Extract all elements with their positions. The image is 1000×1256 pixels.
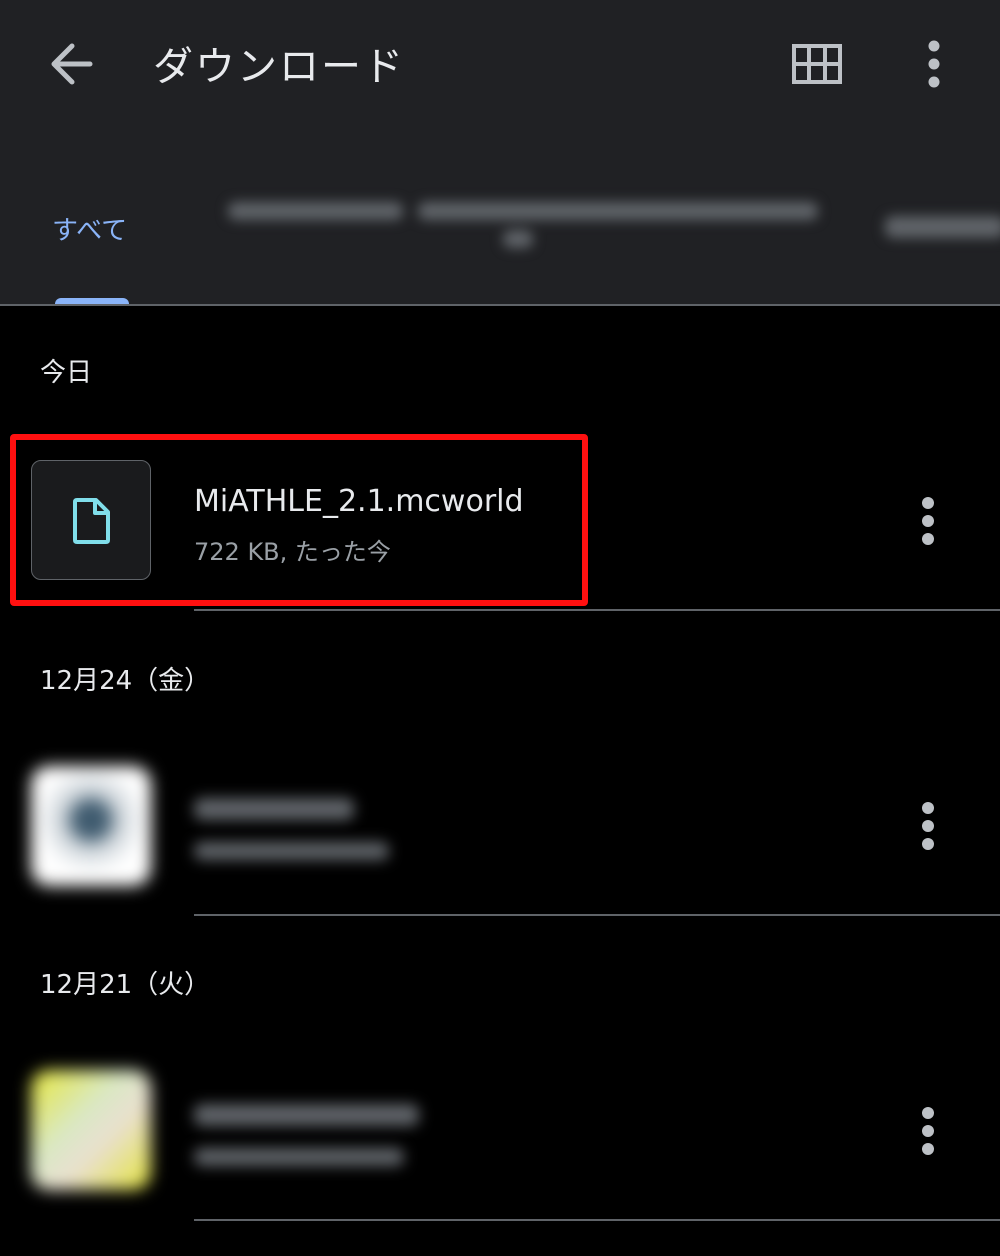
section-label-dec24: 12月24（金） [40, 666, 211, 696]
app-bar: ダウンロード すべて [0, 0, 1000, 306]
arrow-back-icon [51, 43, 93, 85]
section-label-today: 今日 [40, 358, 93, 388]
section-label-dec21: 12月21（火） [40, 970, 211, 1000]
row-divider [194, 914, 1000, 916]
more-options-button[interactable] [914, 38, 954, 90]
item-more-button[interactable] [908, 796, 948, 856]
row-divider [194, 1219, 1000, 1221]
item-thumbnail [31, 766, 151, 886]
blurred-meta [194, 1148, 404, 1166]
grid-view-button[interactable] [788, 36, 846, 94]
grid-view-icon [792, 44, 842, 84]
back-button[interactable] [40, 32, 104, 96]
blurred-meta [194, 842, 389, 860]
item-more-button[interactable] [908, 491, 948, 551]
tab-all[interactable]: すべて [52, 210, 127, 247]
row-divider [194, 609, 1000, 611]
page-title: ダウンロード [153, 44, 405, 90]
item-thumbnail [31, 1070, 151, 1190]
item-more-button[interactable] [908, 1101, 948, 1161]
filter-tabs: すべて [0, 170, 1000, 306]
more-vert-icon [928, 40, 940, 88]
tab-blurred-2[interactable] [885, 216, 1000, 238]
tab-blurred[interactable] [228, 198, 818, 254]
highlight-box [10, 434, 588, 606]
blurred-name [194, 1104, 419, 1126]
header-divider [0, 304, 1000, 306]
blurred-name [194, 798, 354, 820]
